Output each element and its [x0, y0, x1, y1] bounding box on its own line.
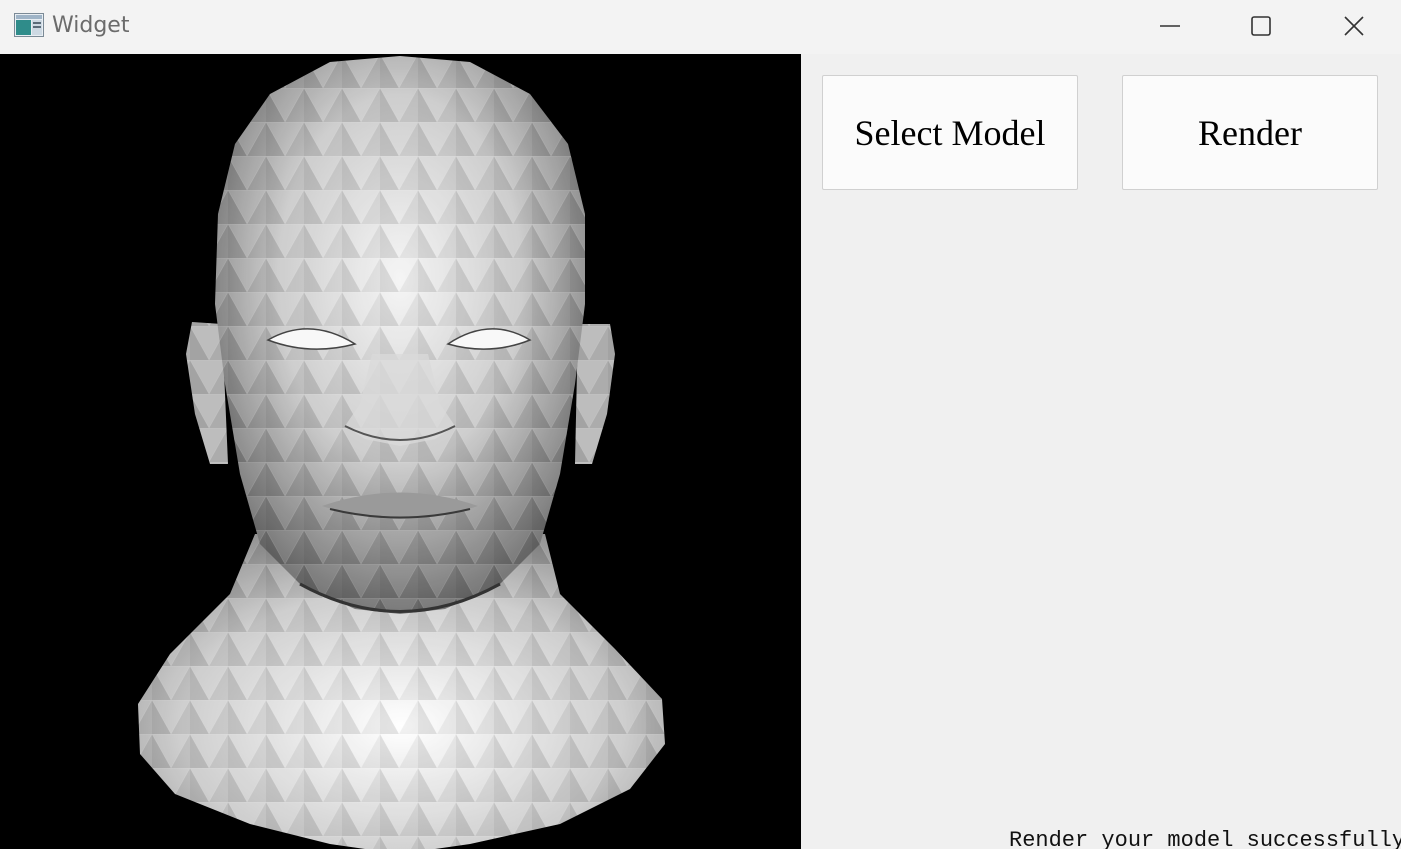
minimize-icon	[1159, 15, 1181, 37]
select-model-button[interactable]: Select Model	[822, 75, 1078, 190]
render-viewport[interactable]	[0, 54, 801, 849]
status-message: Render your model successfully!	[1009, 828, 1401, 849]
maximize-button[interactable]	[1215, 0, 1307, 52]
app-icon	[14, 13, 44, 37]
close-icon	[1343, 15, 1365, 37]
app-window: Widget Select Model Render Render your m…	[0, 0, 1401, 849]
minimize-button[interactable]	[1124, 0, 1216, 52]
maximize-icon	[1250, 15, 1272, 37]
window-title: Widget	[52, 13, 130, 38]
control-panel: Select Model Render Render your model su…	[801, 54, 1401, 849]
title-bar[interactable]: Widget	[0, 0, 1401, 54]
render-button[interactable]: Render	[1122, 75, 1378, 190]
close-button[interactable]	[1308, 0, 1400, 52]
rendered-head-model	[138, 56, 665, 849]
